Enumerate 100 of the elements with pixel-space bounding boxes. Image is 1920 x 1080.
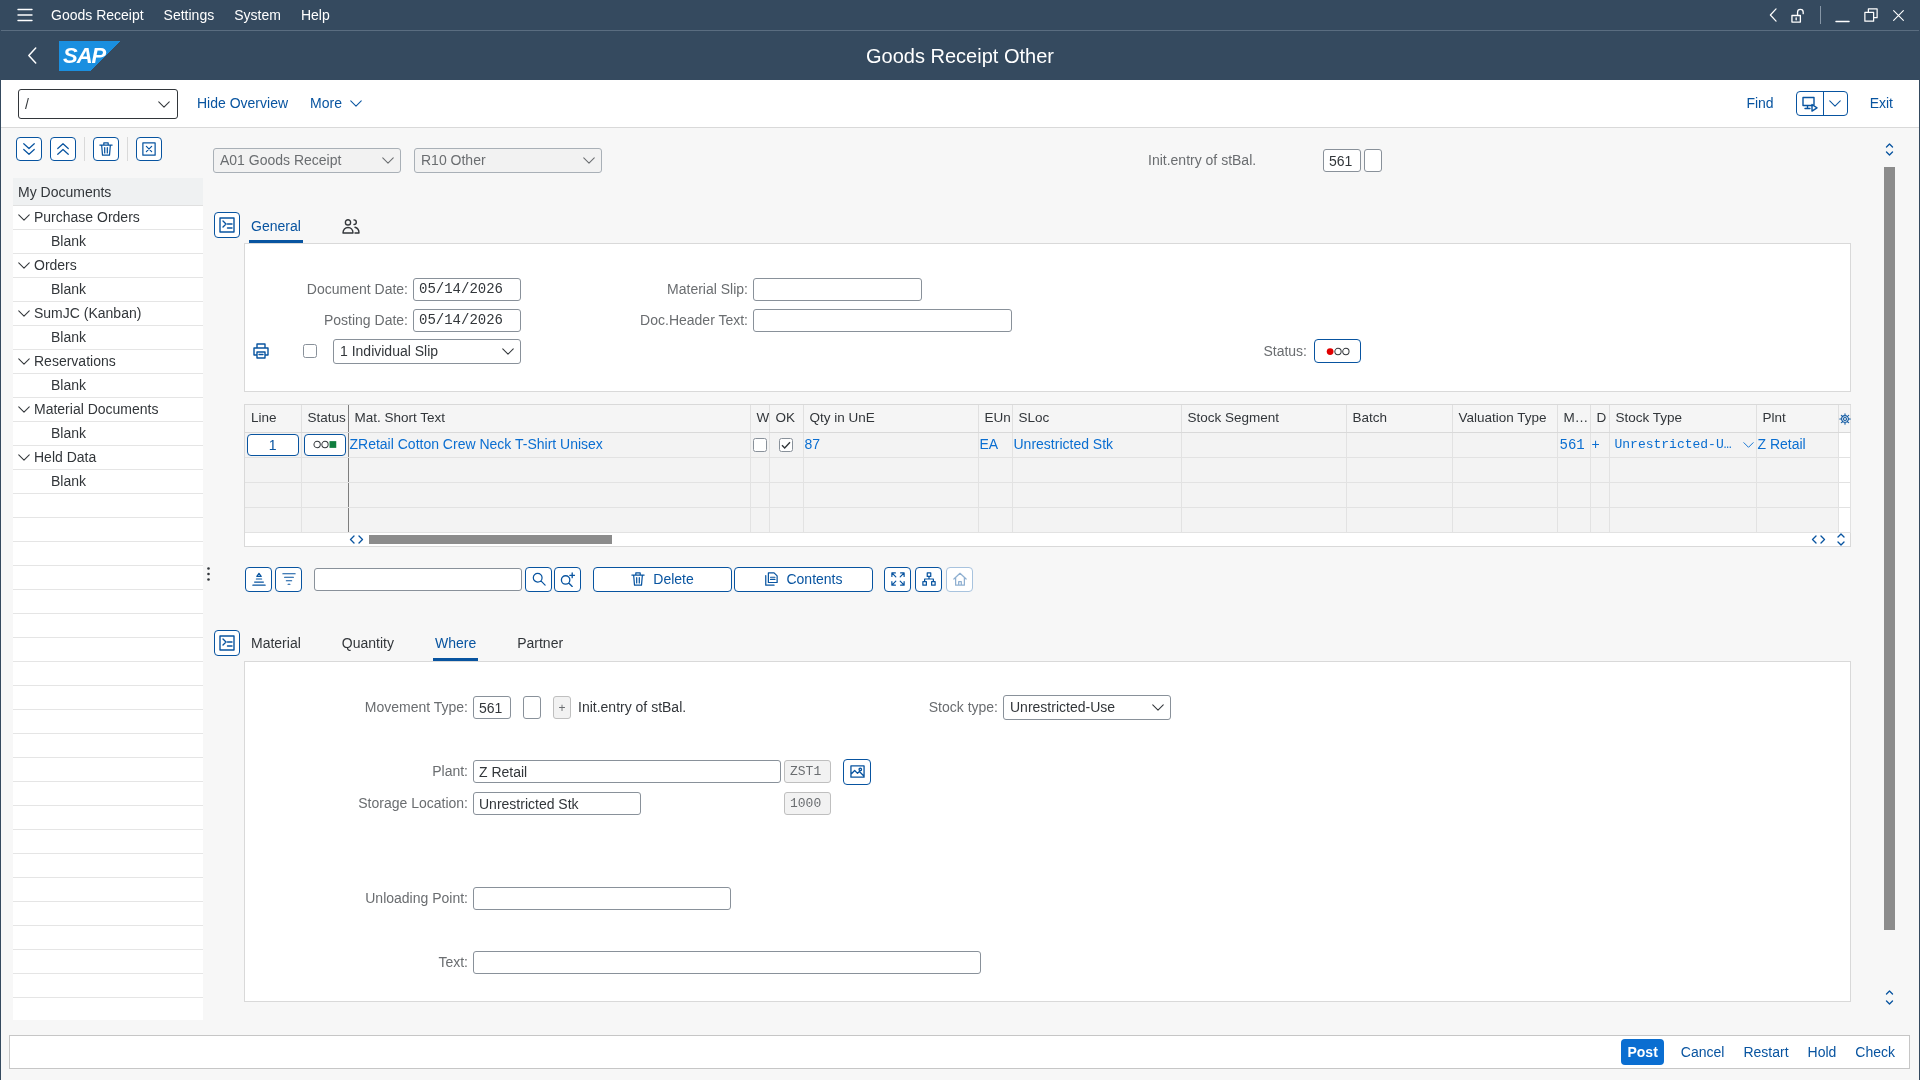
collapse-button[interactable] xyxy=(214,212,240,238)
image-button[interactable] xyxy=(843,758,871,785)
plant-code-field[interactable]: ZST1 xyxy=(784,760,831,783)
field-label: Init.entry of stBal. xyxy=(1148,152,1257,168)
menu-button[interactable] xyxy=(17,8,33,22)
hierarchy-button[interactable] xyxy=(915,566,942,592)
plant-field[interactable]: Z Retail xyxy=(473,760,781,783)
panel-icon xyxy=(219,634,235,651)
settings-icon[interactable] xyxy=(1838,412,1851,425)
sort-button[interactable] xyxy=(245,566,272,592)
status-button[interactable] xyxy=(1314,339,1361,363)
toolbar-button[interactable]: Find xyxy=(1744,93,1776,114)
input-field[interactable] xyxy=(753,277,922,301)
toolbar-button[interactable]: Exit xyxy=(1867,93,1895,114)
pyramid-lines-icon xyxy=(251,572,266,586)
movement-type-field[interactable]: 561 xyxy=(473,696,511,719)
back-button[interactable] xyxy=(1769,8,1777,22)
close-button[interactable] xyxy=(136,137,162,161)
menu-item[interactable]: System xyxy=(233,5,282,25)
tab[interactable]: Partner xyxy=(515,629,566,661)
checkbox[interactable] xyxy=(779,438,793,453)
padlock-icon xyxy=(1791,7,1806,23)
column-header[interactable]: Status xyxy=(301,405,348,432)
footer-button[interactable]: Cancel xyxy=(1678,1039,1727,1065)
field-label: Unloading Point: xyxy=(365,889,468,908)
input-field[interactable] xyxy=(753,308,1012,332)
input-field[interactable] xyxy=(473,887,731,910)
column-header[interactable]: Stock Type xyxy=(1609,405,1756,432)
command-field[interactable]: / xyxy=(18,88,178,119)
logo: SAP xyxy=(59,40,121,71)
table-cell: 87 xyxy=(804,436,821,452)
column-header[interactable]: Batch xyxy=(1346,405,1452,432)
fullscreen-icon xyxy=(890,572,905,586)
lock-button[interactable] xyxy=(1791,7,1806,23)
footer-button[interactable]: Post xyxy=(1621,1039,1664,1065)
search-field[interactable] xyxy=(314,567,522,591)
search-plus-icon xyxy=(560,571,575,587)
column-header[interactable]: EUn xyxy=(978,405,1012,432)
table-cell: Unrestricted Stk xyxy=(1013,436,1114,452)
date-field[interactable]: 05/14/2026 xyxy=(413,277,521,301)
input-field[interactable] xyxy=(1364,149,1382,172)
toolbar-button[interactable]: Contents xyxy=(734,566,873,592)
description-text: Init.entry of stBal. xyxy=(578,699,687,715)
search-next-button[interactable] xyxy=(554,566,581,592)
checkbox[interactable] xyxy=(752,438,767,453)
plus-button[interactable]: + xyxy=(553,696,571,719)
menu-button[interactable]: More xyxy=(308,93,364,114)
collapse-all-button[interactable] xyxy=(50,137,76,161)
input-field[interactable] xyxy=(473,951,981,974)
tab[interactable]: Quantity xyxy=(339,629,396,661)
column-header[interactable]: Plnt xyxy=(1756,405,1838,432)
toolbar-button[interactable]: Hide Overview xyxy=(195,93,291,114)
toolbar-button[interactable]: Delete xyxy=(593,566,732,592)
filter-button[interactable] xyxy=(275,566,302,592)
column-header[interactable]: Line xyxy=(245,405,301,432)
stock-type-dropdown[interactable]: Unrestricted-U… xyxy=(1611,434,1754,455)
column-header[interactable]: OK xyxy=(769,405,803,432)
column-header[interactable]: Stock Segment xyxy=(1181,405,1346,432)
storage-code-field[interactable]: 1000 xyxy=(784,792,831,815)
print-version-dropdown[interactable]: 1 Individual Slip xyxy=(333,338,521,364)
table-cell: Z Retail xyxy=(1757,436,1806,452)
column-header[interactable]: SLoc xyxy=(1012,405,1181,432)
table-cell: EA xyxy=(979,436,999,452)
split-button[interactable] xyxy=(1795,91,1848,116)
footer-button[interactable]: Check xyxy=(1853,1039,1897,1065)
back-button[interactable] xyxy=(26,45,38,66)
footer-button[interactable]: Restart xyxy=(1741,1039,1791,1065)
collapse-button[interactable] xyxy=(214,629,240,656)
field-label: Doc.Header Text: xyxy=(640,310,748,330)
fullscreen-button[interactable] xyxy=(884,566,911,592)
search-button[interactable] xyxy=(525,566,552,592)
splitter-handle-icon[interactable] xyxy=(206,567,210,581)
expand-all-button[interactable] xyxy=(16,137,42,161)
column-header[interactable]: Qty in UnE xyxy=(803,405,978,432)
menu-item[interactable]: Help xyxy=(299,5,331,25)
column-header[interactable]: Valuation Type xyxy=(1452,405,1557,432)
caret-icon xyxy=(502,347,514,355)
status-field[interactable] xyxy=(303,433,346,456)
restore-button[interactable] xyxy=(1864,8,1878,22)
chevron-left-icon xyxy=(27,47,37,64)
storage-location-field[interactable]: Unrestricted Stk xyxy=(473,792,641,815)
movement-type-field[interactable]: 561 xyxy=(1323,149,1361,172)
screen-icon xyxy=(1801,95,1818,112)
tab[interactable]: Material xyxy=(249,629,303,661)
menu-item[interactable]: Settings xyxy=(162,5,216,25)
footer-button[interactable]: Hold xyxy=(1805,1039,1839,1065)
date-field[interactable]: 05/14/2026 xyxy=(413,308,521,332)
menu-item[interactable]: Goods Receipt xyxy=(50,5,145,25)
delete-button[interactable] xyxy=(93,137,119,161)
field-label: Text: xyxy=(438,953,468,972)
chevron-left-icon xyxy=(1769,8,1777,22)
input-field[interactable] xyxy=(523,696,541,719)
line-number-field[interactable]: 1 xyxy=(247,433,299,456)
column-header[interactable]: M… xyxy=(1557,405,1590,432)
image-icon xyxy=(849,764,865,779)
stock-type-dropdown[interactable]: Unrestricted-Use xyxy=(1003,695,1171,720)
checkbox[interactable] xyxy=(303,344,317,358)
reference-dropdown[interactable]: R10 Other xyxy=(414,148,602,173)
transaction-dropdown[interactable]: A01 Goods Receipt xyxy=(213,148,401,173)
column-header[interactable]: Mat. Short Text xyxy=(348,405,750,432)
